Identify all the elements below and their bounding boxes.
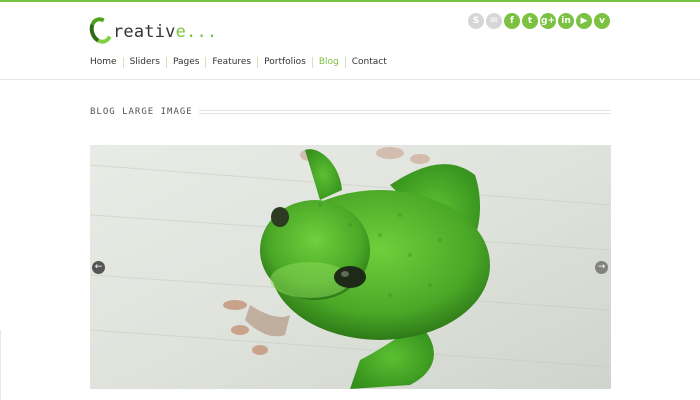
nav-item-features[interactable]: Features	[205, 57, 257, 68]
slider-next-arrow-icon[interactable]: →	[595, 261, 608, 274]
site-logo[interactable]: reative...	[86, 12, 218, 47]
nav-item-portfolios[interactable]: Portfolios	[257, 57, 312, 68]
page-title: BLOG LARGE IMAGE	[90, 107, 193, 117]
logo-c-mark	[86, 14, 116, 47]
nav-item-contact[interactable]: Contact	[344, 57, 393, 68]
nav-item-pages[interactable]: Pages	[165, 57, 205, 68]
twitter-icon[interactable]: t	[522, 13, 538, 29]
nav-item-blog[interactable]: Blog	[311, 57, 345, 68]
linkedin-icon[interactable]: in	[558, 13, 574, 29]
logo-text: reative...	[113, 22, 218, 42]
nav-item-home[interactable]: Home	[90, 57, 123, 68]
site-header: reative... S ✉ f t g+ in ▶ v Home Slider…	[0, 2, 700, 80]
left-edge-divider	[0, 330, 1, 400]
facebook-icon[interactable]: f	[504, 13, 520, 29]
slide-image-frog	[90, 145, 611, 389]
slider-prev-arrow-icon[interactable]: ←	[92, 261, 105, 274]
skype-icon[interactable]: S	[468, 13, 484, 29]
mail-icon[interactable]: ✉	[486, 13, 502, 29]
heading-rule	[198, 110, 611, 114]
youtube-icon[interactable]: ▶	[576, 13, 592, 29]
logo-accent: e...	[175, 22, 218, 42]
vimeo-icon[interactable]: v	[594, 13, 610, 29]
social-links: S ✉ f t g+ in ▶ v	[468, 13, 610, 29]
main-nav: Home Sliders Pages Features Portfolios B…	[90, 57, 393, 68]
google-plus-icon[interactable]: g+	[540, 13, 556, 29]
image-slider[interactable]: ← →	[90, 145, 611, 389]
section-heading: BLOG LARGE IMAGE	[90, 106, 611, 118]
nav-item-sliders[interactable]: Sliders	[122, 57, 166, 68]
